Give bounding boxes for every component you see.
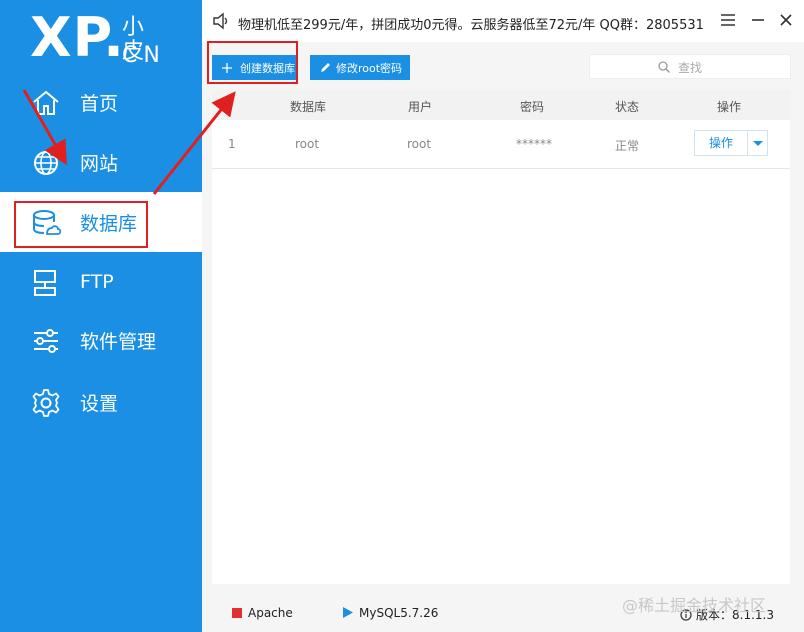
speaker-icon bbox=[213, 12, 228, 30]
highlight-box-create-button bbox=[207, 41, 298, 84]
pencil-icon bbox=[321, 63, 330, 72]
sidebar-item-website[interactable]: 网站 bbox=[0, 132, 202, 192]
sidebar-item-ftp[interactable]: FTP bbox=[0, 252, 202, 312]
column-header-user: 用户 bbox=[408, 100, 433, 114]
table-row: 1 root root ****** 正常 操作 bbox=[212, 120, 790, 169]
watermark: @稀土掘金技术社区 bbox=[622, 596, 767, 615]
row-database: root bbox=[295, 137, 320, 151]
sidebar-item-label: 软件管理 bbox=[80, 330, 157, 353]
modify-root-password-label: 修改root密码 bbox=[336, 61, 403, 75]
mysql-label: MySQL5.7.26 bbox=[359, 606, 439, 620]
sidebar-item-settings[interactable]: 设置 bbox=[0, 372, 202, 432]
notice-bar: 物理机低至299元/年，拼团成功0元得。云服务器低至72元/年 QQ群：2805… bbox=[202, 0, 804, 42]
search-placeholder: 查找 bbox=[678, 61, 703, 75]
database-table: 数据库 用户 密码 状态 操作 1 root root ****** 正常 操作 bbox=[212, 90, 790, 584]
column-header-database: 数据库 bbox=[290, 100, 327, 114]
column-header-status: 状态 bbox=[615, 100, 640, 114]
sidebar-item-software[interactable]: 软件管理 bbox=[0, 310, 202, 370]
mysql-status[interactable]: MySQL5.7.26 bbox=[342, 606, 438, 620]
apache-status[interactable]: Apache bbox=[232, 606, 293, 620]
row-index: 1 bbox=[228, 137, 236, 151]
column-header-action: 操作 bbox=[717, 100, 742, 114]
sliders-icon bbox=[34, 329, 58, 353]
sidebar-item-label: 网站 bbox=[80, 152, 119, 175]
sidebar-item-label: FTP bbox=[80, 271, 114, 293]
minimize-icon[interactable] bbox=[748, 10, 768, 30]
main-panel: 创建数据库 修改root密码 查找 数据库 用户 密码 状态 操作 1 root… bbox=[202, 42, 804, 632]
notice-text: 物理机低至299元/年，拼团成功0元得。云服务器低至72元/年 QQ群：2805… bbox=[238, 18, 704, 33]
globe-icon bbox=[34, 151, 58, 175]
caret-down-icon bbox=[753, 141, 763, 146]
menu-icon[interactable] bbox=[718, 10, 738, 30]
close-icon[interactable] bbox=[776, 10, 796, 30]
ftp-icon bbox=[34, 270, 56, 296]
sidebar: XP. 小皮 CN 首页 网站 数据库 FTP 软件管理 设置 bbox=[0, 0, 202, 632]
row-action-button[interactable]: 操作 bbox=[694, 130, 748, 156]
sidebar-item-label: 首页 bbox=[80, 92, 119, 115]
row-status: 正常 bbox=[615, 139, 640, 153]
search-input[interactable]: 查找 bbox=[589, 54, 791, 79]
sidebar-item-home[interactable]: 首页 bbox=[0, 72, 202, 132]
search-icon bbox=[658, 61, 670, 73]
row-action-dropdown[interactable] bbox=[748, 130, 768, 156]
row-password: ****** bbox=[516, 137, 552, 151]
gear-icon bbox=[32, 389, 60, 417]
column-header-password: 密码 bbox=[520, 100, 545, 114]
apache-label: Apache bbox=[248, 606, 293, 620]
table-header: 数据库 用户 密码 状态 操作 bbox=[212, 90, 790, 120]
stopped-square-icon bbox=[232, 608, 242, 618]
highlight-box-database-nav bbox=[14, 201, 148, 248]
play-icon bbox=[343, 607, 353, 618]
row-user: root bbox=[407, 137, 432, 151]
logo-domain-text: CN bbox=[122, 43, 166, 68]
home-icon bbox=[33, 90, 59, 115]
modify-root-password-button[interactable]: 修改root密码 bbox=[310, 55, 410, 80]
logo-mark: XP. bbox=[30, 6, 125, 69]
sidebar-item-label: 设置 bbox=[80, 392, 119, 415]
